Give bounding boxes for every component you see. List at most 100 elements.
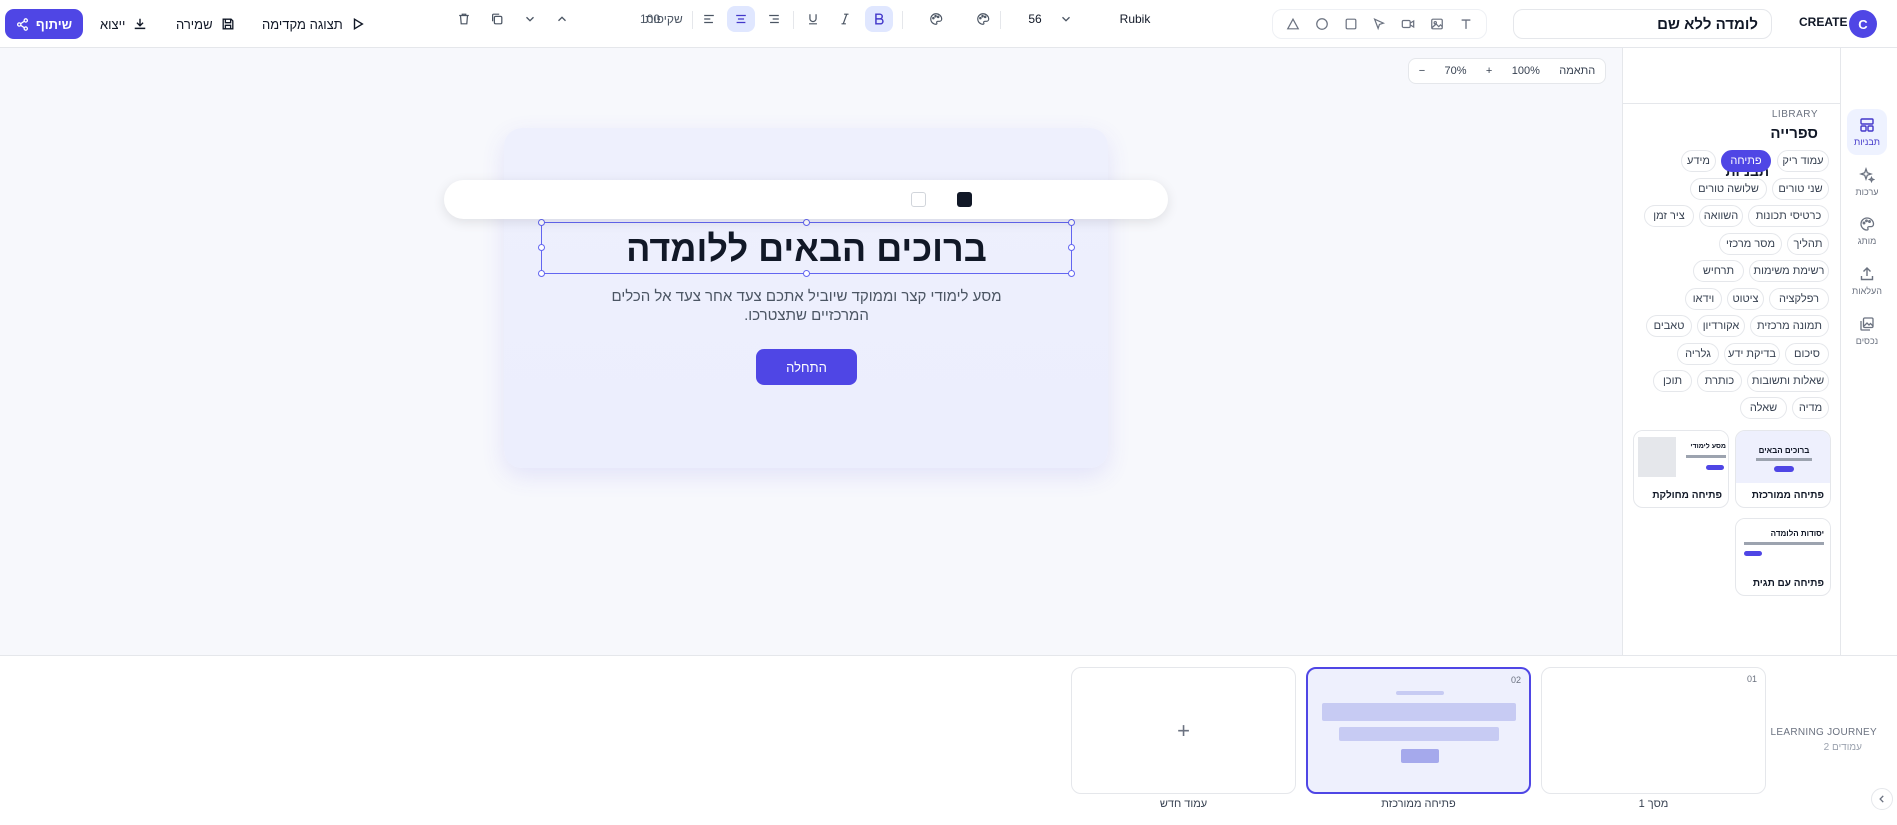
resize-handle[interactable] bbox=[1068, 244, 1075, 251]
chip-media[interactable]: מדיה bbox=[1792, 397, 1829, 419]
align-left-button[interactable] bbox=[700, 8, 718, 30]
chip-hero-image[interactable]: תמונה מרכזית bbox=[1750, 315, 1829, 337]
pointer-tool[interactable] bbox=[1371, 16, 1387, 32]
resize-handle[interactable] bbox=[538, 219, 545, 226]
chip-faq[interactable]: שאלות ותשובות bbox=[1747, 370, 1829, 392]
download-icon bbox=[135, 18, 146, 30]
zoom-in-button[interactable]: + bbox=[1486, 65, 1492, 77]
rail-brand[interactable]: מותג bbox=[1847, 208, 1887, 254]
chip-feature-cards[interactable]: כרטיסי תכונות bbox=[1748, 205, 1829, 227]
slide-subtitle[interactable]: מסע לימודי קצר וממוקד שיוביל אתכם צעד אח… bbox=[600, 287, 1013, 325]
resize-handle[interactable] bbox=[803, 270, 810, 277]
chip-process[interactable]: תהליך bbox=[1787, 233, 1829, 255]
thumb-line bbox=[1686, 455, 1726, 458]
resize-handle[interactable] bbox=[803, 219, 810, 226]
chip-video[interactable]: וידאו bbox=[1685, 288, 1722, 310]
chip-quote[interactable]: ציטוט bbox=[1727, 288, 1764, 310]
background-color-button[interactable] bbox=[927, 8, 945, 30]
chip-question[interactable]: שאלה bbox=[1740, 397, 1787, 419]
add-slide-button[interactable]: + bbox=[1071, 667, 1296, 794]
copy-icon bbox=[492, 13, 503, 25]
font-family-select[interactable]: Rubik bbox=[1110, 8, 1160, 30]
triangle-tool[interactable] bbox=[1285, 16, 1301, 32]
template-card-tag[interactable]: יסודות הלומדה פתיחה עם תגית bbox=[1735, 518, 1831, 596]
save-button[interactable]: שמירה bbox=[176, 14, 235, 34]
move-down-button[interactable] bbox=[521, 8, 539, 30]
background-color-swatch[interactable] bbox=[911, 192, 926, 207]
panel-divider bbox=[1622, 103, 1840, 104]
slide-label-2: פתיחה ממורכזת bbox=[1381, 798, 1456, 810]
chip-blank[interactable]: עמוד ריק bbox=[1777, 150, 1829, 172]
template-card-centered[interactable]: ברוכים הבאים פתיחה ממורכזת bbox=[1735, 430, 1831, 508]
move-up-button[interactable] bbox=[553, 8, 571, 30]
chip-task-list[interactable]: רשימת משימות bbox=[1749, 260, 1829, 282]
chip-three-columns[interactable]: שלושה טורים bbox=[1690, 178, 1767, 200]
chip-heading[interactable]: כותרת bbox=[1697, 370, 1742, 392]
save-icon bbox=[222, 18, 234, 30]
export-button[interactable]: ייצוא bbox=[100, 14, 147, 34]
rectangle-tool[interactable] bbox=[1343, 16, 1359, 32]
rail-templates[interactable]: תבניות bbox=[1847, 109, 1887, 155]
circle-icon bbox=[1316, 18, 1328, 30]
preview-button[interactable]: תצוגה מקדימה bbox=[262, 14, 365, 34]
font-size-value[interactable]: 56 bbox=[1020, 8, 1050, 30]
rail-assets[interactable]: נכסים bbox=[1847, 308, 1887, 354]
video-tool[interactable] bbox=[1400, 16, 1416, 32]
zoom-fit-button[interactable]: התאמה bbox=[1559, 65, 1595, 77]
resize-handle[interactable] bbox=[1068, 219, 1075, 226]
italic-button[interactable] bbox=[836, 8, 854, 30]
chip-content[interactable]: תוכן bbox=[1653, 370, 1692, 392]
duplicate-button[interactable] bbox=[488, 8, 506, 30]
circle-tool[interactable] bbox=[1314, 16, 1330, 32]
chip-opening[interactable]: פתיחה bbox=[1721, 150, 1771, 172]
underline-button[interactable] bbox=[804, 8, 822, 30]
text-color-swatch[interactable] bbox=[957, 192, 972, 207]
chip-scenario[interactable]: תרחיש bbox=[1693, 260, 1744, 282]
font-size-dropdown[interactable] bbox=[1057, 8, 1075, 30]
collapse-button[interactable] bbox=[1871, 788, 1893, 810]
avatar[interactable]: C bbox=[1849, 10, 1877, 38]
chevron-left-icon bbox=[1879, 795, 1884, 803]
brand-name: CREATE bbox=[1799, 15, 1848, 29]
square-icon bbox=[1345, 18, 1357, 30]
zoom-reset-button[interactable]: 100% bbox=[1512, 65, 1540, 77]
text-format-toolbar bbox=[444, 180, 1168, 219]
chip-tabs[interactable]: טאבים bbox=[1646, 315, 1692, 337]
chip-two-columns[interactable]: שני טורים bbox=[1772, 178, 1829, 200]
insert-toolbar bbox=[1272, 9, 1487, 39]
chip-info[interactable]: מידע bbox=[1681, 150, 1716, 172]
slide-thumbnail-1[interactable]: 01 bbox=[1541, 667, 1766, 794]
text-icon bbox=[1461, 19, 1470, 29]
underline-icon bbox=[809, 14, 817, 25]
resize-handle[interactable] bbox=[1068, 270, 1075, 277]
align-right-button[interactable] bbox=[765, 8, 783, 30]
text-color-button[interactable] bbox=[974, 8, 992, 30]
image-tool[interactable] bbox=[1429, 16, 1445, 32]
chevron-down-icon bbox=[1062, 16, 1070, 22]
chip-accordion[interactable]: אקורדיון bbox=[1697, 315, 1745, 337]
chip-gallery[interactable]: גלריה bbox=[1677, 343, 1719, 365]
slide-thumbnail-2[interactable]: 02 bbox=[1306, 667, 1531, 794]
share-button[interactable]: שיתוף bbox=[5, 9, 83, 39]
chip-reflection[interactable]: רפלקציה bbox=[1769, 288, 1829, 310]
chip-compare[interactable]: השוואה bbox=[1699, 205, 1743, 227]
chip-summary[interactable]: סיכום bbox=[1785, 343, 1829, 365]
align-center-button[interactable] bbox=[727, 6, 755, 32]
project-title-input[interactable] bbox=[1513, 9, 1772, 39]
rail-themes[interactable]: ערכות bbox=[1847, 159, 1887, 205]
zoom-out-button[interactable]: − bbox=[1419, 65, 1425, 77]
rail-label: נכסים bbox=[1855, 336, 1879, 346]
chip-timeline[interactable]: ציר זמן bbox=[1644, 205, 1694, 227]
bold-button[interactable] bbox=[865, 6, 893, 32]
template-card-split[interactable]: מסע לימודי פתיחה מחולקת bbox=[1633, 430, 1729, 508]
text-tool[interactable] bbox=[1458, 16, 1474, 32]
resize-handle[interactable] bbox=[538, 244, 545, 251]
chip-key-message[interactable]: מסר מרכזי bbox=[1719, 233, 1782, 255]
slide-heading[interactable]: ברוכים הבאים ללומדה bbox=[541, 222, 1072, 274]
rail-label: העלאות bbox=[1852, 286, 1882, 296]
resize-handle[interactable] bbox=[538, 270, 545, 277]
rail-uploads[interactable]: העלאות bbox=[1847, 258, 1887, 304]
chip-knowledge-check[interactable]: בדיקת ידע bbox=[1724, 343, 1780, 365]
start-button[interactable]: התחלה bbox=[756, 349, 857, 385]
delete-button[interactable] bbox=[455, 8, 473, 30]
